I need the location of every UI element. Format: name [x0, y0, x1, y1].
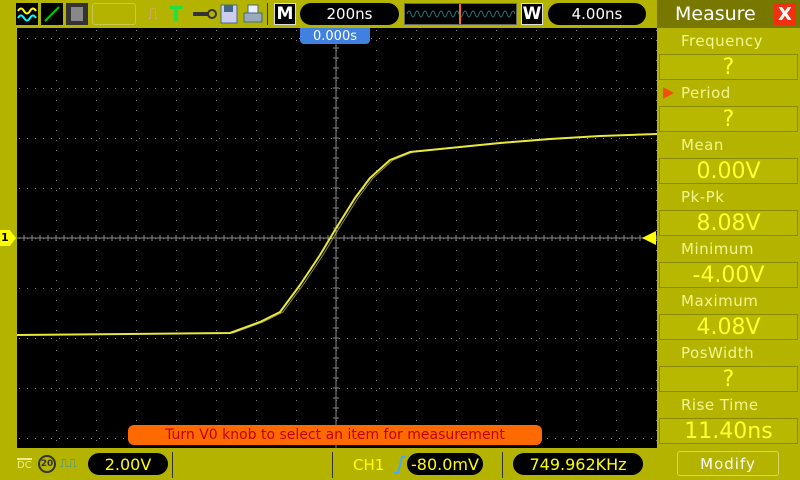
trigger-level-marker[interactable]: [642, 231, 656, 245]
close-icon[interactable]: X: [774, 3, 796, 25]
window-timebase-value[interactable]: 4.00ns: [548, 3, 646, 25]
trigger-level[interactable]: -80.0mV: [407, 453, 483, 475]
divider: [267, 3, 268, 25]
measure-value: 4.08V: [659, 314, 798, 340]
measure-value: ?: [659, 106, 798, 132]
probe-icon[interactable]: ⎍⎍: [60, 456, 77, 471]
measure-label-text: Period: [681, 84, 731, 102]
measure-label[interactable]: Period: [657, 80, 800, 106]
memory-position-bar[interactable]: [404, 3, 517, 25]
panel-title: Measure: [675, 3, 756, 25]
window-timebase-label: W: [521, 3, 543, 25]
measure-label[interactable]: Mean: [657, 132, 800, 158]
coupling-icon[interactable]: DC: [17, 458, 32, 472]
measure-label[interactable]: Minimum: [657, 236, 800, 262]
measure-value: 11.40ns: [659, 418, 798, 444]
divider: [502, 452, 503, 478]
trigger-icon[interactable]: T: [165, 2, 187, 26]
math-icon[interactable]: ⎍: [142, 3, 164, 25]
divider: [332, 452, 333, 478]
measure-value: -4.00V: [659, 262, 798, 288]
selected-arrow-icon: [663, 87, 674, 99]
measure-value: ?: [659, 366, 798, 392]
measure-label-text: Rise Time: [681, 396, 759, 414]
measure-value: 0.00V: [659, 158, 798, 184]
bandwidth-limit-icon[interactable]: 20: [38, 455, 56, 473]
measure-label[interactable]: Rise Time: [657, 392, 800, 418]
waveform-icon[interactable]: [16, 3, 38, 25]
measure-label[interactable]: Frequency: [657, 28, 800, 54]
rising-edge-icon[interactable]: [393, 455, 407, 479]
channel-1-marker[interactable]: 1: [0, 230, 16, 246]
graticule: [16, 27, 661, 448]
empty-slot: [92, 3, 136, 25]
trigger-source[interactable]: CH1: [353, 456, 384, 474]
waveform-trace: [19, 133, 661, 336]
vector-display-icon[interactable]: [41, 3, 63, 25]
save-icon[interactable]: [218, 3, 240, 25]
modify-button[interactable]: Modify: [677, 451, 779, 476]
persistence-icon[interactable]: [66, 3, 88, 25]
measure-label[interactable]: Maximum: [657, 288, 800, 314]
key-icon[interactable]: [192, 3, 218, 25]
print-icon[interactable]: [242, 3, 264, 25]
measure-label[interactable]: PosWidth: [657, 340, 800, 366]
panel-header: Measure X: [657, 0, 800, 28]
measure-label-text: Maximum: [681, 292, 759, 310]
timebase-value[interactable]: 200ns: [300, 3, 399, 25]
measure-value: ?: [659, 54, 798, 80]
main-timebase-label: M: [274, 3, 296, 25]
measure-label-text: PosWidth: [681, 344, 755, 362]
measure-label-text: Pk-Pk: [681, 188, 725, 206]
measure-label[interactable]: Pk-Pk: [657, 184, 800, 210]
toolbar: ⎍ T M 200ns W 4.00ns: [0, 0, 657, 28]
waveform-trace: [16, 133, 658, 336]
measure-panel: Measure X Frequency? Period? Mean 0.00V Pk-P…: [657, 0, 800, 480]
divider: [172, 452, 173, 478]
measure-label-text: Frequency: [681, 32, 763, 50]
hint-message: Turn V0 knob to select an item for measu…: [128, 425, 542, 445]
ch1-scale[interactable]: 2.00V: [88, 453, 168, 475]
waveform-display: [16, 27, 661, 448]
measure-value: 8.08V: [659, 210, 798, 236]
measure-label-text: Minimum: [681, 240, 755, 258]
measure-label-text: Mean: [681, 136, 724, 154]
trigger-position-marker[interactable]: 0.000s: [300, 28, 370, 44]
frequency-counter: 749.962KHz: [513, 453, 643, 475]
